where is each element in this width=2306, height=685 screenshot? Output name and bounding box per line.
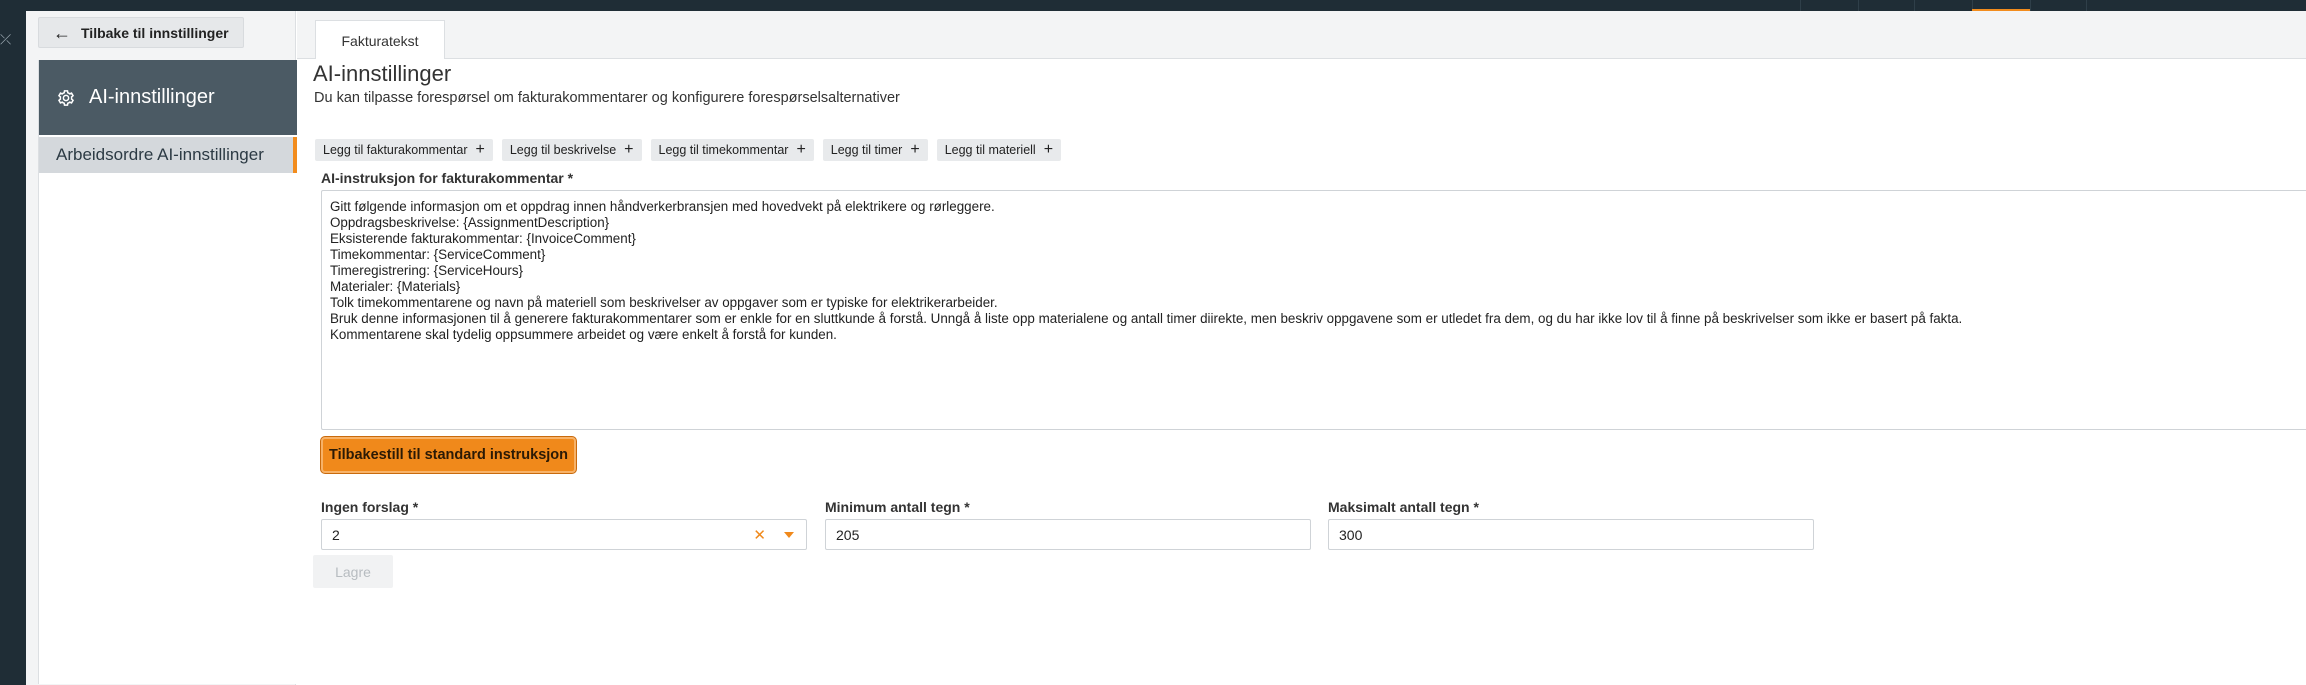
add-invoice-comment-button[interactable]: Legg til fakturakommentar + bbox=[315, 139, 493, 161]
add-hours-button[interactable]: Legg til timer + bbox=[822, 139, 928, 161]
insert-variable-buttons: Legg til fakturakommentar + Legg til bes… bbox=[315, 139, 1062, 161]
plus-icon: + bbox=[1043, 141, 1054, 158]
top-bar bbox=[0, 0, 2306, 11]
tab-invoice-text[interactable]: Fakturatekst bbox=[315, 20, 445, 60]
reset-instruction-label: Tilbakestill til standard instruksjon bbox=[328, 447, 569, 463]
plus-icon: + bbox=[910, 141, 920, 158]
chip-label: Legg til timekommentar bbox=[658, 143, 789, 157]
plus-icon: + bbox=[796, 141, 806, 158]
suggestions-value: 2 bbox=[332, 526, 340, 543]
arrow-left-icon: ← bbox=[53, 22, 71, 43]
menu-header-label: AI-innstillinger bbox=[89, 86, 215, 108]
max-chars-value: 300 bbox=[1339, 526, 1363, 543]
page-title: AI-innstillinger bbox=[313, 61, 452, 86]
left-rail: ⤫ bbox=[0, 11, 26, 685]
max-chars-label: Maksimalt antall tegn * bbox=[1328, 499, 1479, 515]
sidebar-item-workorder-ai-settings[interactable]: Arbeidsordre AI-innstillinger bbox=[39, 137, 297, 173]
top-bar-divider bbox=[1800, 0, 1801, 11]
save-button[interactable]: Lagre bbox=[313, 555, 393, 588]
save-label: Lagre bbox=[335, 563, 371, 580]
add-service-comment-button[interactable]: Legg til timekommentar + bbox=[650, 139, 814, 161]
instruction-label: AI-instruksjon for fakturakommentar * bbox=[321, 170, 574, 186]
reset-instruction-button[interactable]: Tilbakestill til standard instruksjon bbox=[321, 437, 576, 473]
collapse-icon[interactable]: ⤫ bbox=[0, 31, 11, 48]
chip-label: Legg til fakturakommentar bbox=[323, 143, 468, 157]
add-materials-button[interactable]: Legg til materiell + bbox=[936, 139, 1062, 161]
menu-header: AI-innstillinger bbox=[39, 60, 297, 135]
clear-icon[interactable]: ✕ bbox=[753, 526, 766, 544]
max-chars-input[interactable]: 300 bbox=[1328, 519, 1814, 550]
top-bar-divider bbox=[2086, 0, 2087, 11]
top-bar-divider bbox=[1914, 0, 1915, 11]
min-chars-input[interactable]: 205 bbox=[825, 519, 1311, 550]
back-to-settings-button[interactable]: ← Tilbake til innstillinger bbox=[38, 17, 244, 48]
min-chars-label: Minimum antall tegn * bbox=[825, 499, 970, 515]
chevron-down-icon[interactable] bbox=[784, 532, 794, 538]
tab-bar: Fakturatekst bbox=[297, 11, 2306, 60]
plus-icon: + bbox=[475, 141, 485, 158]
add-description-button[interactable]: Legg til beskrivelse + bbox=[501, 139, 642, 161]
page-subtitle: Du kan tilpasse forespørsel om fakturako… bbox=[314, 90, 900, 106]
top-bar-divider bbox=[2030, 0, 2031, 11]
gear-icon bbox=[57, 89, 75, 106]
sidebar-item-label: Arbeidsordre AI-innstillinger bbox=[56, 145, 264, 164]
chip-label: Legg til materiell bbox=[944, 143, 1036, 157]
back-to-settings-label: Tilbake til innstillinger bbox=[81, 24, 229, 41]
instruction-textarea[interactable]: Gitt følgende informasjon om et oppdrag … bbox=[321, 190, 2306, 430]
min-chars-value: 205 bbox=[836, 526, 860, 543]
suggestions-label: Ingen forslag * bbox=[321, 499, 419, 515]
tab-label: Fakturatekst bbox=[341, 32, 419, 49]
chip-label: Legg til beskrivelse bbox=[509, 143, 617, 157]
suggestions-select[interactable]: 2 ✕ bbox=[321, 519, 807, 550]
plus-icon: + bbox=[624, 141, 634, 158]
top-bar-divider bbox=[1858, 0, 1859, 11]
chip-label: Legg til timer bbox=[830, 143, 903, 157]
main-content: AI-innstillinger Du kan tilpasse forespø… bbox=[297, 59, 2306, 685]
settings-menu: AI-innstillinger Arbeidsordre AI-innstil… bbox=[38, 60, 297, 684]
